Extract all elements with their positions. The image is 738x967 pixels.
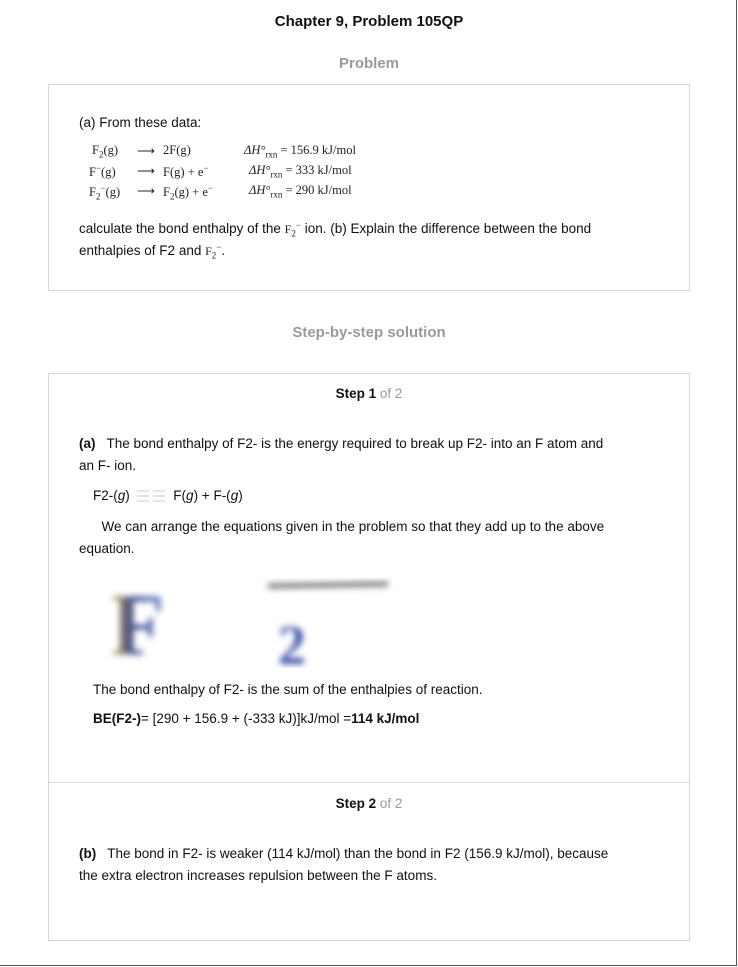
eq2-rhs: F(g) + e− [163, 163, 209, 180]
solution-box: Step 1 of 2 (a) The bond enthalpy of F2-… [48, 373, 690, 941]
condensed-equations-icon [136, 491, 165, 502]
step-1-para-3: The bond enthalpy of F2- is the sum of t… [93, 682, 483, 697]
step-2-para: (b) The bond in F2- is weaker (114 kJ/mo… [79, 846, 609, 883]
equation-1: F2(g) [92, 143, 118, 160]
arrow-icon: ⟶ [137, 164, 155, 178]
ion-symbol: F2− [284, 220, 301, 239]
problem-box: (a) From these data: F2(g) ⟶ 2F(g) ΔH°rx… [48, 84, 690, 291]
eq3-rhs: F2(g) + e− [163, 183, 213, 202]
step-1-para-2: We can arrange the equations given in th… [79, 519, 605, 556]
step-1-para-1: (a) The bond enthalpy of F2- is the ener… [79, 436, 604, 473]
blurred-f2-image: F 2 [111, 578, 389, 668]
solution-heading: Step-by-step solution [292, 324, 446, 341]
eq2-lhs: F−(g) [89, 163, 116, 180]
problem-intro: (a) From these data: [79, 115, 202, 130]
eq3-lhs: F2−(g) [89, 183, 121, 202]
ion-symbol-2: F2− [205, 242, 222, 261]
image-letter: F [111, 578, 165, 668]
eq1-enthalpy: ΔH°rxn = 156.9 kJ/mol [244, 143, 356, 160]
step-divider [49, 782, 689, 783]
eq1-rhs: 2F(g) [163, 143, 191, 157]
bond-enthalpy-result: BE(F2-)= [290 + 156.9 + (-333 kJ)]kJ/mol… [93, 711, 420, 726]
image-subscript: 2 [278, 615, 306, 668]
problem-heading: Problem [338, 55, 399, 72]
reaction-line: F2-(g) F(g) + F-(g) [93, 488, 243, 503]
eq2-enthalpy: ΔH°rxn = 333 kJ/mol [249, 163, 352, 180]
eq1-lhs: F2(g) [92, 143, 119, 160]
problem-question-line2: enthalpies of F2 and F2−. [79, 242, 226, 261]
arrow-icon: ⟶ [137, 184, 155, 198]
page-title: Chapter 9, Problem 105QP [274, 13, 464, 30]
equation-3: F2−(g) [89, 183, 120, 202]
eq3-enthalpy: ΔH°rxn = 290 kJ/mol [249, 183, 352, 200]
step-1-title: Step 1 of 2 [335, 386, 403, 401]
equation-2: F−(g) [89, 163, 116, 180]
step-2-title: Step 2 of 2 [335, 796, 403, 811]
arrow-icon: ⟶ [137, 144, 155, 158]
